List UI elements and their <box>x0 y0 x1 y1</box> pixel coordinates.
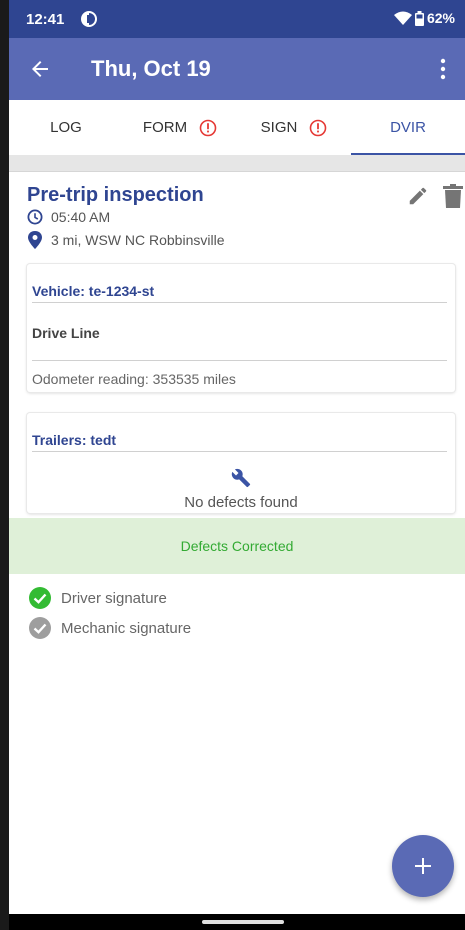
tab-label: LOG <box>50 119 82 136</box>
system-nav-bar <box>9 914 465 930</box>
status-bar: 12:41 62% <box>9 0 465 38</box>
odometer-reading: Odometer reading: 353535 miles <box>32 371 236 387</box>
alert-icon <box>310 119 327 136</box>
battery-icon <box>414 10 424 26</box>
tab-bar: LOG FORM SIGN DVIR <box>9 100 465 155</box>
tab-sign[interactable]: SIGN <box>237 100 351 155</box>
divider <box>9 155 465 172</box>
trailers-card: Trailers: tedt No defects found <box>27 413 455 513</box>
divider <box>32 302 447 303</box>
more-vert-icon[interactable] <box>431 56 455 82</box>
home-gesture-handle[interactable] <box>202 920 284 924</box>
wrench-icon <box>231 468 251 488</box>
defect-item[interactable]: Drive Line <box>32 325 100 341</box>
divider <box>32 360 447 361</box>
back-arrow-icon[interactable] <box>28 57 52 81</box>
tab-form[interactable]: FORM <box>123 100 237 155</box>
inspection-title[interactable]: Pre-trip inspection <box>27 184 204 207</box>
plus-icon <box>415 858 431 874</box>
battery-percent: 62% <box>426 10 455 26</box>
tab-label: DVIR <box>390 119 426 136</box>
check-circle-icon <box>29 617 51 639</box>
vehicle-card: Vehicle: te-1234-st Drive Line Odometer … <box>27 264 455 392</box>
alert-icon <box>199 119 217 136</box>
vehicle-heading: Vehicle: te-1234-st <box>32 283 155 299</box>
signature-label: Driver signature <box>61 589 167 607</box>
wifi-icon <box>393 11 412 25</box>
inspection-time-text: 05:40 AM <box>51 209 111 225</box>
check-circle-icon <box>29 587 51 609</box>
tab-label: SIGN <box>260 119 298 136</box>
inspection-location: 3 mi, WSW NC Robbinsville <box>27 231 224 249</box>
defects-corrected-banner: Defects Corrected <box>9 518 465 574</box>
divider <box>32 451 447 452</box>
tab-label: FORM <box>142 119 188 136</box>
tab-dvir[interactable]: DVIR <box>351 100 465 155</box>
driver-signature[interactable]: Driver signature <box>29 587 167 609</box>
delete-trash-icon[interactable] <box>443 184 463 208</box>
app-notification-icon <box>81 11 97 27</box>
add-button[interactable] <box>392 835 454 897</box>
status-icons: 62% <box>393 10 455 26</box>
trailers-heading: Trailers: tedt <box>32 432 117 448</box>
no-defects-text: No defects found <box>184 494 298 511</box>
clock-icon <box>27 209 43 225</box>
app-screen: 12:41 62% Thu, Oct 19 LOG FORM SIGN DVIR… <box>9 0 465 930</box>
page-title: Thu, Oct 19 <box>91 56 211 81</box>
status-time: 12:41 <box>26 11 65 28</box>
location-pin-icon <box>28 231 42 249</box>
mechanic-signature[interactable]: Mechanic signature <box>29 617 191 639</box>
edit-pencil-icon[interactable] <box>407 185 429 207</box>
app-bar: Thu, Oct 19 <box>9 38 465 100</box>
defects-status-text: Defects Corrected <box>180 538 294 554</box>
signature-label: Mechanic signature <box>61 619 192 637</box>
inspection-time: 05:40 AM <box>27 209 110 225</box>
tab-log[interactable]: LOG <box>9 100 123 155</box>
inspection-location-text: 3 mi, WSW NC Robbinsville <box>51 232 225 248</box>
